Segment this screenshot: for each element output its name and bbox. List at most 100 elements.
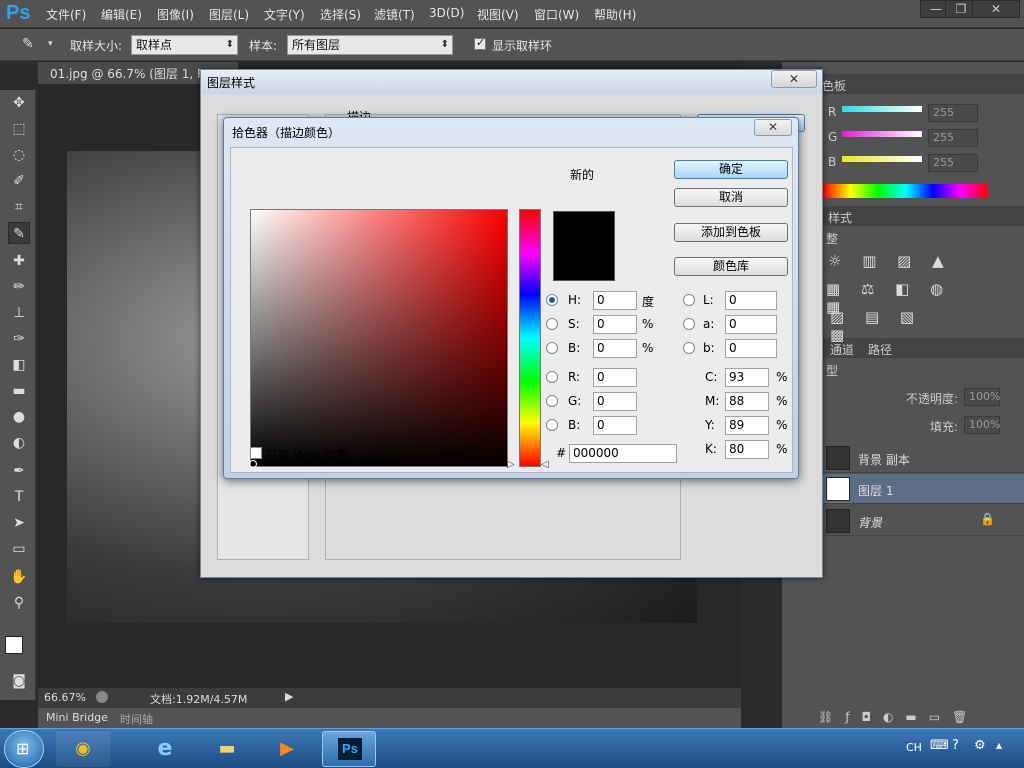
hue-left-arrow-icon[interactable]: ▷ [507,459,515,470]
history-brush-tool-icon[interactable]: ✑ [8,328,30,350]
red-radio[interactable] [546,371,558,383]
adjustment-icons-row-1[interactable]: ☼ ▥ ▨ ▲ [828,252,958,272]
channel-g-value[interactable]: 255 [928,129,978,147]
menu-type[interactable]: 文字(Y) [264,6,305,23]
opacity-field[interactable]: 100% [964,388,1000,406]
magenta-field[interactable]: 88 [725,392,769,411]
sample-dropdown[interactable]: 所有图层 [287,35,453,55]
adjustment-icons-row-2[interactable]: ▦ ⚖ ◧ ◍ ▦ [826,280,966,316]
eraser-tool-icon[interactable]: ◧ [8,354,30,376]
layer-row[interactable]: 背景 副本 [822,443,1024,473]
menu-layer[interactable]: 图层(L) [209,6,249,23]
menu-file[interactable]: 文件(F) [46,6,86,23]
menu-help[interactable]: 帮助(H) [594,6,636,23]
hue-slider[interactable] [519,209,541,467]
brush-tool-icon[interactable]: ✏ [8,276,30,298]
explorer-folder-icon[interactable]: ▬ [200,731,254,767]
adjustment-icons-row-3[interactable]: ▨ ▤ ▧ ▩ [830,308,950,344]
hue-field[interactable]: 0 [593,291,637,310]
lab-l-field[interactable]: 0 [725,291,777,310]
menu-3d[interactable]: 3D(D) [429,6,464,20]
move-tool-icon[interactable]: ✥ [8,92,30,114]
channel-b-value[interactable]: 255 [928,154,978,172]
hex-field[interactable]: 000000 [569,444,677,463]
red-field[interactable]: 0 [593,368,637,387]
start-button[interactable]: ⊞ [4,730,44,768]
close-button[interactable]: ✕ [972,0,1020,18]
tab-timeline[interactable]: 时间轴 [120,711,153,727]
blue-radio[interactable] [546,419,558,431]
clone-stamp-tool-icon[interactable]: ⊥ [8,302,30,324]
marquee-tool-icon[interactable]: ⬚ [8,118,30,140]
color-field-marker[interactable] [249,460,257,468]
lasso-tool-icon[interactable]: ◌ [8,144,30,166]
dodge-tool-icon[interactable]: ◐ [8,432,30,454]
status-arrow-icon[interactable]: ▶ [285,690,293,703]
lab-b-field[interactable]: 0 [725,339,777,358]
blur-tool-icon[interactable]: ● [8,406,30,428]
saturation-field[interactable]: 0 [593,315,637,334]
lab-a-radio[interactable] [683,318,695,330]
menu-image[interactable]: 图像(I) [157,6,194,23]
green-field[interactable]: 0 [593,392,637,411]
brightness-radio[interactable] [546,342,558,354]
layer-name[interactable]: 图层 1 [858,482,893,499]
web-only-checkbox[interactable] [250,447,262,459]
fill-field[interactable]: 100% [964,416,1000,434]
green-radio[interactable] [546,395,558,407]
type-tool-icon[interactable]: T [8,486,30,508]
channel-b-slider[interactable] [842,156,922,162]
menu-view[interactable]: 视图(V) [477,6,519,23]
menu-filter[interactable]: 滤镜(T) [374,6,415,23]
crop-tool-icon[interactable]: ⌗ [8,196,30,218]
layers-footer-icons[interactable]: ⛓ƒ◘◐▬▭🗑 [818,710,1024,728]
shape-tool-icon[interactable]: ▭ [8,538,30,560]
black-field[interactable]: 80 [725,440,769,459]
photoshop-taskbar-button[interactable]: Ps [322,731,376,767]
path-select-tool-icon[interactable]: ➤ [8,512,30,534]
color-libraries-button[interactable]: 颜色库 [674,257,788,276]
tab-mini-bridge[interactable]: Mini Bridge [46,711,108,724]
layer-row-selected[interactable]: 图层 1 [822,474,1024,504]
layer-row[interactable]: 背景 🔒 [822,506,1024,536]
eyedropper-icon[interactable]: ✎ [22,36,34,52]
layer-filter-label[interactable]: 型 [826,362,838,379]
tab-paths[interactable]: 路径 [868,341,892,358]
brightness-field[interactable]: 0 [593,339,637,358]
foreground-color-swatch[interactable] [5,636,23,654]
layer-name[interactable]: 背景 副本 [858,451,910,468]
cyan-field[interactable]: 93 [725,368,769,387]
zoom-tool-icon[interactable]: ⚲ [8,592,30,614]
channel-g-slider[interactable] [842,131,922,137]
lab-l-radio[interactable] [683,294,695,306]
channel-r-slider[interactable] [842,106,922,112]
color-picker-close-button[interactable]: ✕ [754,119,792,136]
status-menu-icon[interactable] [96,691,108,703]
quick-select-tool-icon[interactable]: ✐ [8,170,30,192]
healing-brush-tool-icon[interactable]: ✚ [8,250,30,272]
internet-explorer-icon[interactable]: e [138,731,192,767]
sample-size-dropdown[interactable]: 取样点 [131,35,238,55]
cancel-button[interactable]: 取消 [674,188,788,207]
lab-a-field[interactable]: 0 [725,315,777,334]
tool-preset-chevron-icon[interactable]: ▾ [48,39,53,49]
menu-edit[interactable]: 编辑(E) [101,6,142,23]
media-center-icon[interactable]: ◉ [56,731,110,767]
hue-radio[interactable] [546,294,558,306]
yellow-field[interactable]: 89 [725,416,769,435]
color-ramp[interactable] [823,184,988,198]
color-field[interactable] [249,209,508,468]
ok-button[interactable]: 确定 [674,160,788,179]
tab-styles[interactable]: 样式 [828,209,852,226]
quick-mask-icon[interactable]: ◙ [8,670,30,692]
menu-window[interactable]: 窗口(W) [534,6,579,23]
saturation-radio[interactable] [546,318,558,330]
pen-tool-icon[interactable]: ✒ [8,460,30,482]
hand-tool-icon[interactable]: ✋ [8,566,30,588]
gradient-tool-icon[interactable]: ▬ [8,380,30,402]
tab-swatches[interactable]: 色板 [822,77,846,94]
lab-b-radio[interactable] [683,342,695,354]
help-icon[interactable]: ? [952,738,959,753]
layer-style-close-button[interactable]: ✕ [771,70,817,88]
menu-select[interactable]: 选择(S) [320,6,361,23]
